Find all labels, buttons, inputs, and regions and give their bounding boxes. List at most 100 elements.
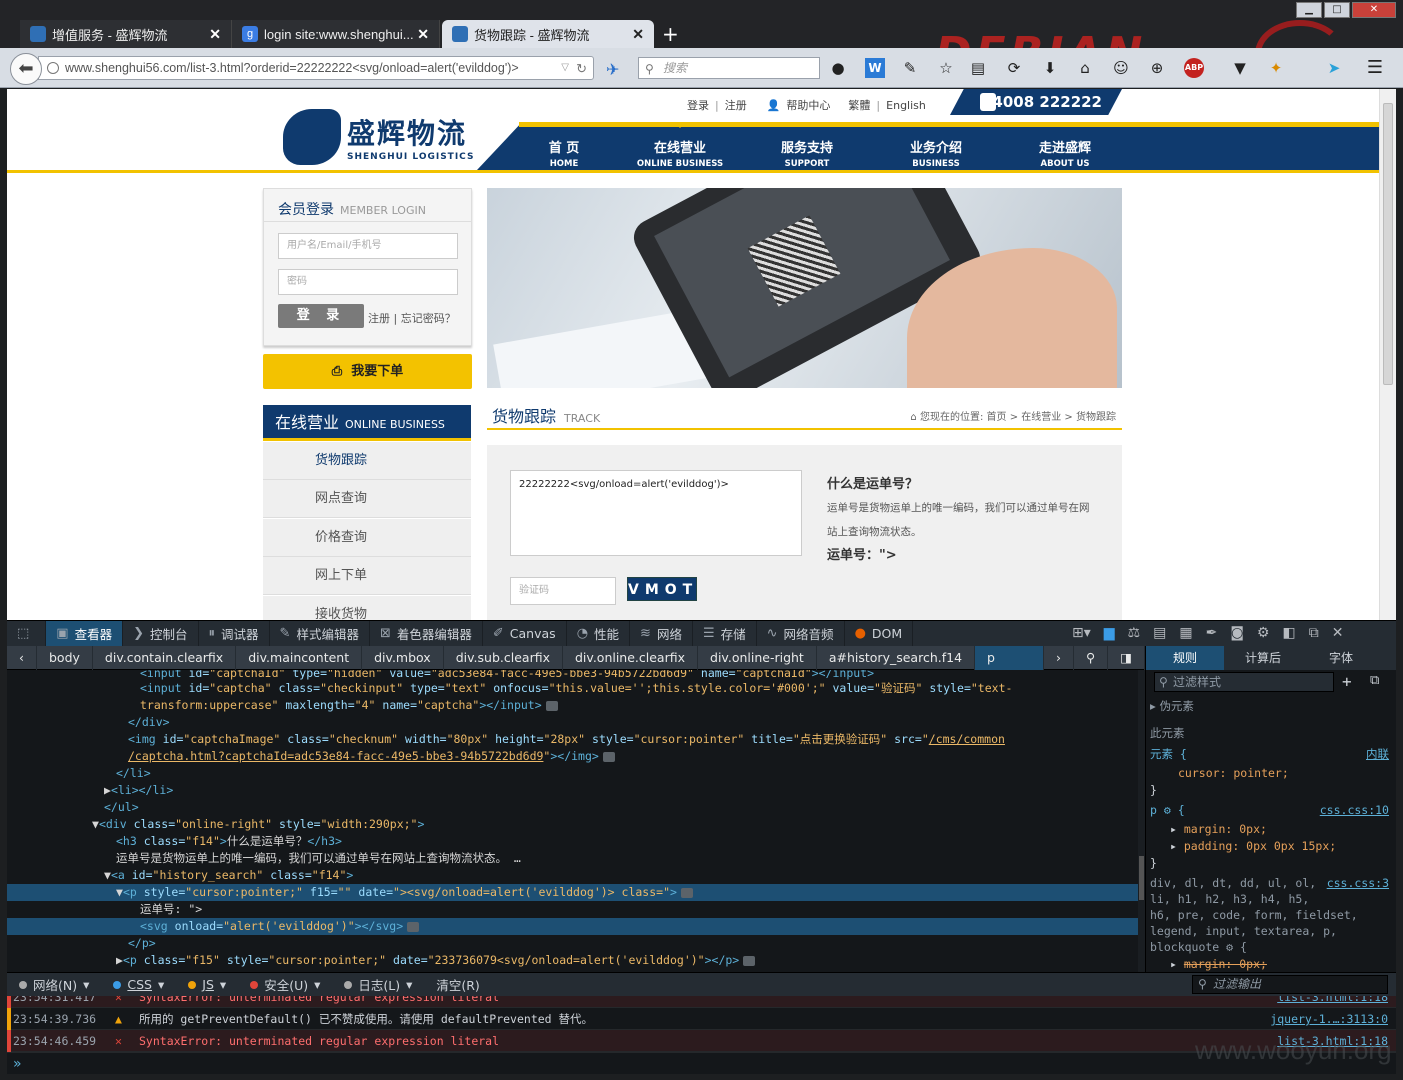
frame-select-icon[interactable]: ⊞▾ — [1072, 625, 1091, 641]
minimize-button[interactable]: ▁ — [1296, 2, 1322, 18]
chat-icon[interactable]: ☺ — [1111, 58, 1131, 78]
reload-icon[interactable]: ↻ — [576, 58, 587, 79]
rule-source-link[interactable]: css.css:3 — [1327, 875, 1389, 892]
markup-search-icon[interactable]: ⚲ — [1074, 645, 1109, 670]
bookmark-star-icon[interactable]: ☆ — [936, 58, 956, 78]
grid-icon[interactable]: ▦ — [1179, 625, 1192, 641]
filter-network-button[interactable]: 网络(N) ▾ — [7, 975, 101, 994]
back-button[interactable]: ⬅ — [10, 53, 42, 85]
markup-line[interactable]: 运单号是货物运单上的唯一编码，我们可以通过单号在网站上查询物流状态。 … — [7, 850, 1145, 867]
nav-business[interactable]: 业务介绍 BUSINESS — [881, 137, 991, 169]
element-picker-button[interactable]: ⬚ — [7, 620, 47, 647]
tab-storage[interactable]: ☰ 存储 — [693, 620, 757, 647]
nav-online-business[interactable]: 在线营业 ONLINE BUSINESS — [625, 123, 735, 169]
close-tab-icon[interactable]: ✕ — [632, 26, 644, 43]
new-tab-button[interactable]: + — [662, 22, 679, 46]
web-developer-icon[interactable]: ⊕ — [1147, 58, 1167, 78]
close-tab-icon[interactable]: ✕ — [209, 26, 221, 43]
dock-side-icon[interactable]: ◧ — [1282, 625, 1295, 641]
undock-icon[interactable]: ⧉ — [1309, 625, 1319, 641]
nav-support[interactable]: 服务支持 SUPPORT — [752, 137, 862, 169]
nav-home[interactable]: 首 页 HOME — [509, 137, 619, 169]
captcha-image[interactable]: VMOT — [627, 577, 697, 601]
bookmarks-list-icon[interactable]: ▤ — [968, 58, 988, 78]
adblock-icon[interactable]: ABP — [1184, 58, 1204, 78]
tab-debugger[interactable]: ⏸ 调试器 — [199, 620, 270, 647]
side-item-branch-query[interactable]: 网点查询 — [263, 480, 471, 518]
markup-line[interactable]: ▶<p class="f15" style="cursor:pointer;" … — [7, 952, 1145, 969]
breadcrumb-item[interactable]: div.contain.clearfix — [93, 645, 237, 670]
filter-styles-input[interactable]: ⚲ 过滤样式 — [1154, 672, 1334, 692]
captcha-input[interactable]: 验证码 — [510, 577, 616, 605]
register-forgot-links[interactable]: 注册 | 忘记密码？ — [368, 310, 456, 326]
markup-line[interactable]: <img id="captchaImage" class="checknum" … — [7, 731, 1145, 748]
search-input[interactable]: ⚲ 搜索 — [638, 57, 820, 79]
side-item-cargo-tracking[interactable]: 货物跟踪 — [263, 442, 471, 480]
markup-line[interactable]: </li> — [7, 765, 1145, 782]
filter-security-button[interactable]: 安全(U) ▾ — [238, 975, 332, 994]
breadcrumb-back-icon[interactable]: ‹ — [7, 645, 37, 670]
tab-canvas[interactable]: ✐ Canvas — [483, 620, 567, 647]
console-source-link[interactable]: list-3.html:1:18 — [1277, 996, 1388, 1008]
bird-extension-icon[interactable]: ✈ — [606, 60, 619, 79]
add-rule-icon[interactable]: + — [1342, 672, 1352, 691]
console-message[interactable]: 23:54:31.417 ✕ SyntaxError: unterminated r… — [7, 996, 1396, 1008]
wrench-icon[interactable]: ✎ — [900, 58, 920, 78]
tab-console[interactable]: ❯ 控制台 — [123, 620, 199, 647]
markup-line[interactable]: <svg onload="alert('evilddog')"></svg> — [7, 918, 1145, 935]
filter-output-input[interactable]: ⚲ 过滤输出 — [1192, 975, 1388, 994]
download-icon[interactable]: ⬇ — [1040, 58, 1060, 78]
login-button[interactable]: 登 录 — [278, 304, 364, 328]
markup-line[interactable]: 运单号: "> — [7, 901, 1145, 918]
markup-scrollbar[interactable] — [1138, 670, 1145, 972]
menu-icon[interactable]: ☰ — [1365, 58, 1385, 78]
breadcrumb-item[interactable]: div.mbox — [362, 645, 444, 670]
tab-rules[interactable]: 规则 — [1146, 646, 1224, 670]
side-item-price-query[interactable]: 价格查询 — [263, 519, 471, 557]
sync-icon[interactable]: ⟳ — [1004, 58, 1024, 78]
breadcrumb-forward-icon[interactable]: › — [1044, 645, 1075, 670]
filter-logging-button[interactable]: 日志(L) ▾ — [332, 975, 424, 994]
flame-extension-icon[interactable]: ✦ — [1266, 58, 1286, 78]
breadcrumb-item[interactable]: div.sub.clearfix — [444, 645, 563, 670]
tab-fonts[interactable]: 字体 — [1302, 646, 1380, 670]
tab-shader-editor[interactable]: ⊠ 着色器编辑器 — [370, 620, 483, 647]
login-link[interactable]: 登录 — [687, 97, 709, 113]
tab-cargo-tracking[interactable]: 货物跟踪 - 盛辉物流 ✕ — [442, 20, 654, 48]
close-window-button[interactable]: ✕ — [1352, 2, 1396, 18]
screenshot-icon[interactable]: ◙ — [1230, 625, 1244, 641]
tab-computed[interactable]: 计算后 — [1224, 646, 1302, 670]
maximize-button[interactable]: □ — [1324, 2, 1350, 18]
side-item-receive-cargo[interactable]: 接收货物 — [263, 596, 471, 620]
settings-gear-icon[interactable]: ⚙ — [1257, 625, 1270, 641]
markup-line[interactable]: </ul> — [7, 799, 1145, 816]
tab-dom[interactable]: ● DOM — [845, 620, 914, 647]
responsive-icon[interactable]: ⚖ — [1128, 625, 1141, 641]
clear-console-button[interactable]: 清空(R) — [424, 975, 491, 994]
eyedropper-icon[interactable]: ✒ — [1206, 625, 1218, 641]
tab-inspector[interactable]: ▣ 查看器 — [46, 620, 124, 647]
css-declaration-overridden[interactable]: ▸ margin: 0px; — [1170, 956, 1267, 972]
username-input[interactable]: 用户名/Email/手机号 — [278, 233, 458, 259]
tab-performance[interactable]: ◔ 性能 — [567, 620, 631, 647]
markup-line[interactable]: ▼<div class="online-right" style="width:… — [7, 816, 1145, 833]
console-message[interactable]: 23:54:39.736 ▲ 所用的 getPreventDefault() 已不赞… — [7, 1008, 1396, 1030]
breadcrumb-item-selected[interactable]: p — [975, 645, 1045, 670]
breadcrumb-item[interactable]: div.online-right — [698, 645, 817, 670]
markup-line[interactable]: <h3 class="f14">什么是运单号？</h3> — [7, 833, 1145, 850]
help-center-link[interactable]: 帮助中心 — [786, 97, 830, 113]
traditional-link[interactable]: 繁體 — [848, 97, 870, 113]
paint-flashing-icon[interactable]: ▆ — [1104, 625, 1115, 641]
order-number-textarea[interactable]: 22222222<svg/onload=alert('evilddog')> — [510, 470, 802, 556]
password-input[interactable]: 密码 — [278, 269, 458, 295]
markup-line[interactable]: ▶<li></li> — [7, 782, 1145, 799]
markup-line[interactable]: transform:uppercase" maxlength="4" name=… — [7, 697, 1145, 714]
markup-line[interactable]: </p> — [7, 935, 1145, 952]
home-icon[interactable]: ⌂ — [1075, 58, 1095, 78]
console-source-link[interactable]: jquery-1.…:3113:0 — [1270, 1008, 1388, 1030]
css-declaration[interactable]: ▸ padding: 0px 0px 15px; — [1170, 838, 1336, 855]
markup-line[interactable]: /captcha.html?captchaId=adc53e84-facc-49… — [7, 748, 1145, 765]
markup-line[interactable]: </div> — [7, 714, 1145, 731]
dropdown-arrow-icon[interactable]: ▽ — [561, 57, 569, 79]
pseudo-elements-toggle[interactable]: ▸ 伪元素 — [1150, 698, 1194, 715]
